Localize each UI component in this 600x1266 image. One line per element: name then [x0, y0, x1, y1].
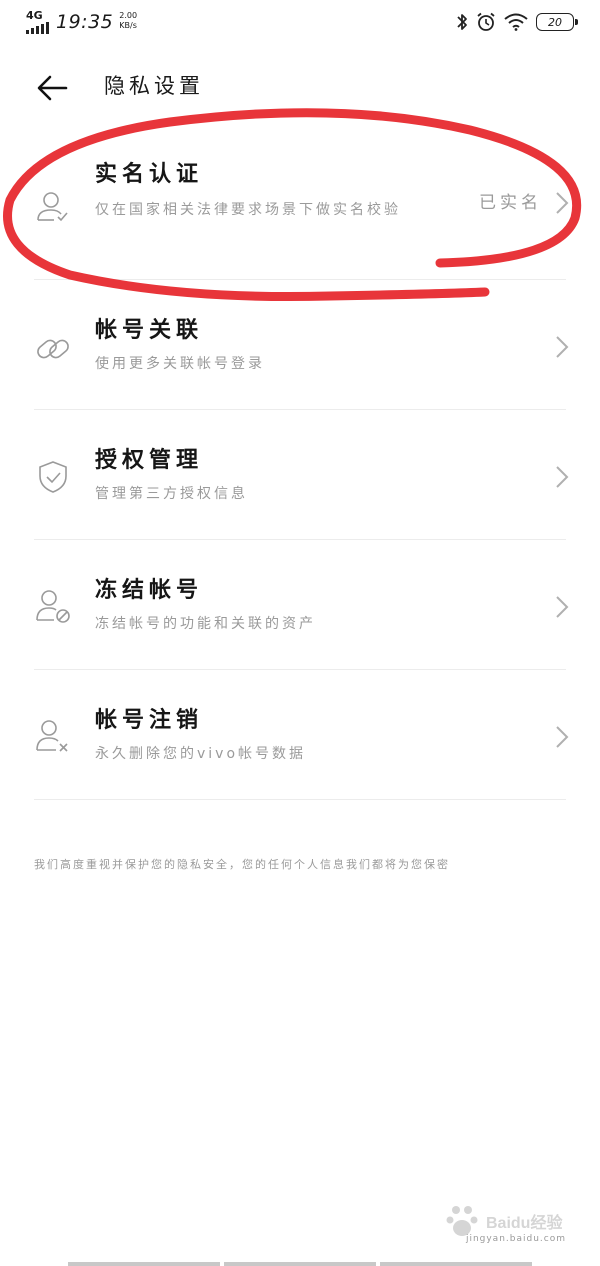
item-title: 实名认证 [95, 162, 204, 187]
divider [34, 799, 566, 800]
svg-text:Baidu经验: Baidu经验 [486, 1213, 563, 1232]
watermark-url: jingyan.baidu.com [465, 1234, 566, 1244]
item-subtitle: 管理第三方授权信息 [95, 486, 248, 502]
speed-unit: KB/s [119, 21, 137, 30]
page-title: 隐私设置 [104, 74, 204, 98]
person-block-icon [34, 588, 72, 626]
verified-status: 已实名 [479, 193, 542, 213]
shield-check-icon [34, 458, 72, 496]
battery-icon: 20 [536, 13, 578, 31]
list-item-delete-account[interactable]: 帐号注销 永久删除您的vivo帐号数据 [0, 670, 600, 800]
list-item-freeze-account[interactable]: 冻结帐号 冻结帐号的功能和关联的资产 [0, 540, 600, 670]
network-speed: 2.00 KB/s [119, 11, 137, 31]
item-subtitle: 冻结帐号的功能和关联的资产 [95, 616, 316, 632]
list-item-authorization[interactable]: 授权管理 管理第三方授权信息 [0, 410, 600, 540]
alarm-icon [476, 12, 496, 32]
bluetooth-icon [456, 12, 468, 32]
wifi-icon [504, 13, 528, 31]
status-bar: 4G 19:35 2.00 KB/s 20 [0, 0, 600, 48]
link-icon [34, 330, 72, 368]
network-type: 4G [26, 9, 43, 22]
list-item-real-name[interactable]: 实名认证 仅在国家相关法律要求场景下做实名校验 已实名 [0, 150, 600, 280]
arrow-left-icon [37, 75, 68, 101]
item-title: 授权管理 [95, 448, 204, 473]
item-title: 帐号注销 [95, 708, 204, 733]
person-remove-icon [34, 718, 72, 756]
battery-level: 20 [548, 15, 562, 29]
clock: 19:35 [56, 11, 114, 33]
privacy-note: 我们高度重视并保护您的隐私安全，您的任何个人信息我们都将为您保密 [34, 858, 450, 871]
signal-icon: 4G [26, 10, 50, 36]
speed-value: 2.00 [119, 11, 138, 20]
chevron-right-icon [556, 596, 569, 618]
chevron-right-icon [556, 726, 569, 748]
chevron-right-icon [556, 192, 569, 214]
back-button[interactable] [34, 72, 74, 104]
person-check-icon [34, 188, 72, 226]
chevron-right-icon [556, 336, 569, 358]
item-title: 冻结帐号 [95, 578, 204, 603]
item-subtitle: 仅在国家相关法律要求场景下做实名校验 [95, 202, 401, 218]
item-subtitle: 使用更多关联帐号登录 [95, 356, 265, 372]
item-title: 帐号关联 [95, 318, 204, 343]
gesture-bar [68, 1262, 532, 1266]
header: 隐私设置 [0, 60, 600, 116]
chevron-right-icon [556, 466, 569, 488]
list-item-account-link[interactable]: 帐号关联 使用更多关联帐号登录 [0, 280, 600, 410]
item-subtitle: 永久删除您的vivo帐号数据 [95, 746, 307, 762]
